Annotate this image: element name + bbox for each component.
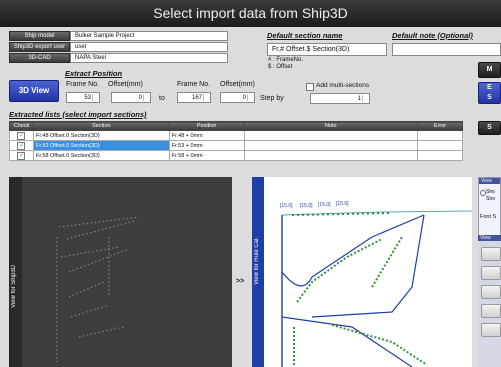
rulecal-viewport[interactable]: View for Rule Cal. [15.0] [15.0] [15.0] … (252, 177, 472, 367)
multi-sections-label: Add multi-sections (316, 82, 370, 89)
side-view-panel: View Sho Stro Font S (478, 177, 501, 237)
default-section-header: Default section name (267, 31, 343, 40)
side-view-title-2: View (478, 235, 501, 241)
offset-to-label: Offset(mm) (220, 81, 255, 88)
rulecal-structure-drawing (281, 210, 472, 367)
extracted-table: Check Section Position Note Error ✓ Fr.4… (9, 121, 463, 161)
row-checkbox[interactable]: ✓ (17, 131, 26, 140)
col-error[interactable]: Error (417, 121, 463, 131)
ship-model-label: Ship model (9, 31, 70, 41)
export-user-label: Ship3D export user (9, 42, 70, 52)
side-blue-text-2: S (487, 94, 492, 101)
legend-offset: $ : Offset (268, 64, 293, 70)
offset-label: Offset(mm) (108, 81, 143, 88)
table-row[interactable]: ✓ Fr.53 Offset.0 Section(3D) Fr.53 + 0mm (9, 140, 463, 151)
side-blue-button[interactable]: E S (478, 82, 501, 104)
side-tool-button[interactable] (481, 285, 501, 299)
table-row[interactable]: ✓ Fr.48 Offset.0 Section(3D) Fr.48 + 0mm (9, 130, 463, 141)
transfer-arrow-button[interactable]: >> (236, 278, 244, 285)
show-radio[interactable] (480, 190, 486, 196)
ship3d-model-drawing (56, 216, 140, 362)
col-check[interactable]: Check (9, 121, 34, 131)
side-tool-button[interactable] (481, 323, 501, 337)
to-label: to (159, 95, 165, 102)
step-by-label: Step by (260, 95, 284, 102)
default-section-input[interactable]: Fr.# Offset.$ Section(3D) (267, 43, 387, 56)
row-section: Fr.58 Offset.0 Section(3D) (32, 150, 170, 161)
side-tool-button[interactable] (481, 304, 501, 318)
col-position[interactable]: Position (168, 121, 245, 131)
export-user-value: user (70, 42, 228, 52)
side-tool-button[interactable] (481, 247, 501, 261)
step-stepper[interactable]: 1 (310, 93, 370, 104)
cad-label: 3D-CAD (9, 53, 70, 63)
frame-to-label: Frame No. (177, 81, 211, 88)
row-checkbox[interactable]: ✓ (17, 151, 26, 160)
col-section[interactable]: Section (32, 121, 170, 131)
row-error (417, 150, 463, 161)
col-note[interactable]: Note (243, 121, 419, 131)
legend-frame: # : FrameNo. (268, 57, 304, 63)
row-section: Fr.48 Offset.0 Section(3D) (32, 130, 170, 141)
row-note[interactable] (243, 140, 419, 151)
frame-from-stepper[interactable]: 53 (66, 92, 100, 103)
row-checkbox[interactable]: ✓ (17, 141, 26, 150)
row-error (417, 130, 463, 141)
frame-no-label: Frame No. (66, 81, 100, 88)
table-header-row: Check Section Position Note Error (9, 121, 463, 131)
default-note-input[interactable] (392, 43, 501, 56)
offset-from-stepper[interactable]: 0 (111, 92, 151, 103)
stroke-label: Stro (486, 196, 496, 202)
row-note[interactable] (243, 130, 419, 141)
row-error (417, 140, 463, 151)
cad-value: NAPA Steel (70, 53, 228, 63)
table-row[interactable]: ✓ Fr.58 Offset.0 Section(3D) Fr.58 + 0mm (9, 150, 463, 161)
row-position: Fr.58 + 0mm (168, 150, 245, 161)
extracted-list-header: Extracted lists (select import sections) (9, 110, 147, 119)
show-label: Sho (486, 189, 495, 195)
row-note[interactable] (243, 150, 419, 161)
window-title: Select import data from Ship3D (0, 0, 501, 27)
ship-model-value: Bulker Sample Project (70, 31, 228, 41)
font-size-label: Font S (480, 214, 497, 220)
side-view-panel-2: View (478, 235, 501, 367)
side-blue-text-1: E (487, 84, 492, 91)
default-note-header: Default note (Optional) (392, 31, 473, 40)
row-position: Fr.48 + 0mm (168, 130, 245, 141)
row-section: Fr.53 Offset.0 Section(3D) (32, 140, 170, 151)
side-s-button[interactable]: S (478, 121, 501, 135)
side-tool-button[interactable] (481, 266, 501, 280)
side-view-title: View (479, 178, 500, 184)
multi-sections-checkbox[interactable] (306, 83, 314, 91)
row-position: Fr.53 + 0mm (168, 140, 245, 151)
3d-view-button[interactable]: 3D View (9, 80, 59, 102)
offset-to-stepper[interactable]: 0 (220, 92, 255, 103)
side-top-button[interactable]: M (478, 62, 501, 78)
frame-to-stepper[interactable]: 167 (177, 92, 211, 103)
extract-position-header: Extract Position (65, 69, 123, 78)
ship3d-viewport[interactable]: View for Ship3D (9, 177, 232, 367)
